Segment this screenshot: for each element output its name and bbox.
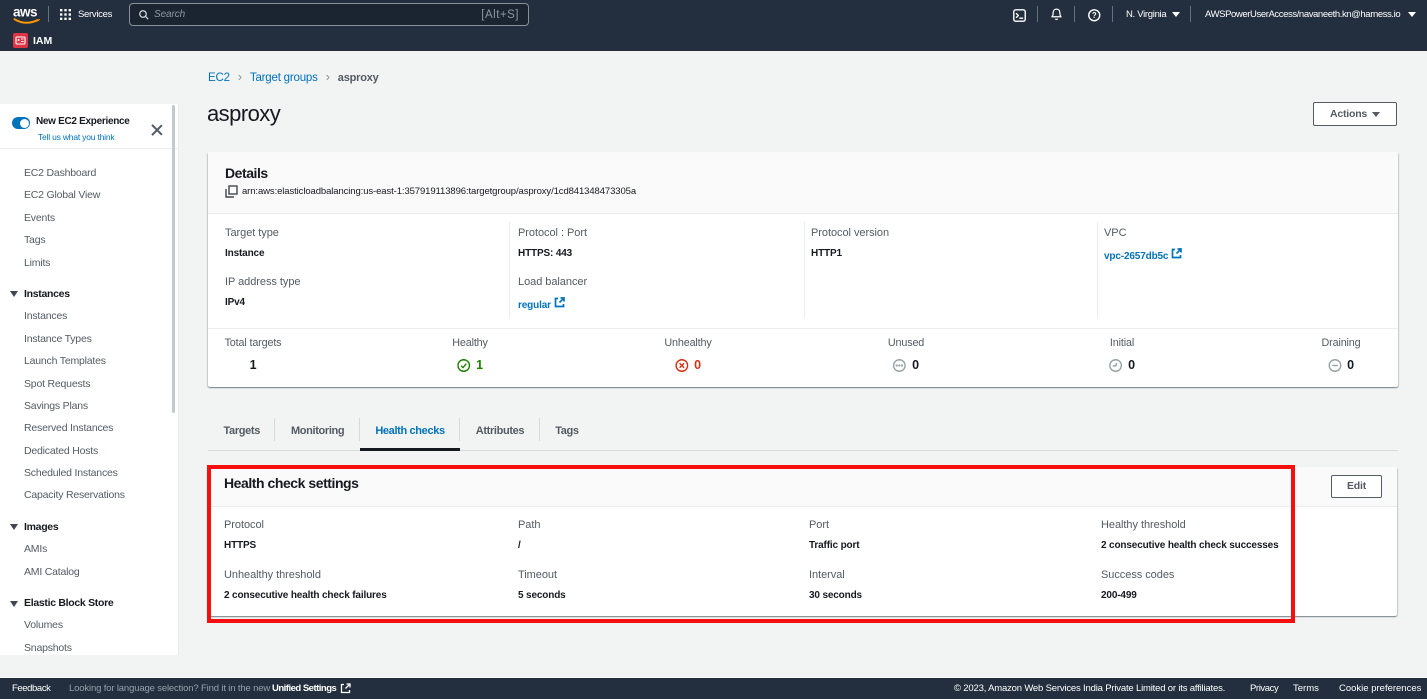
svg-text:?: ? xyxy=(1092,11,1097,20)
svg-text:aws: aws xyxy=(13,5,37,20)
